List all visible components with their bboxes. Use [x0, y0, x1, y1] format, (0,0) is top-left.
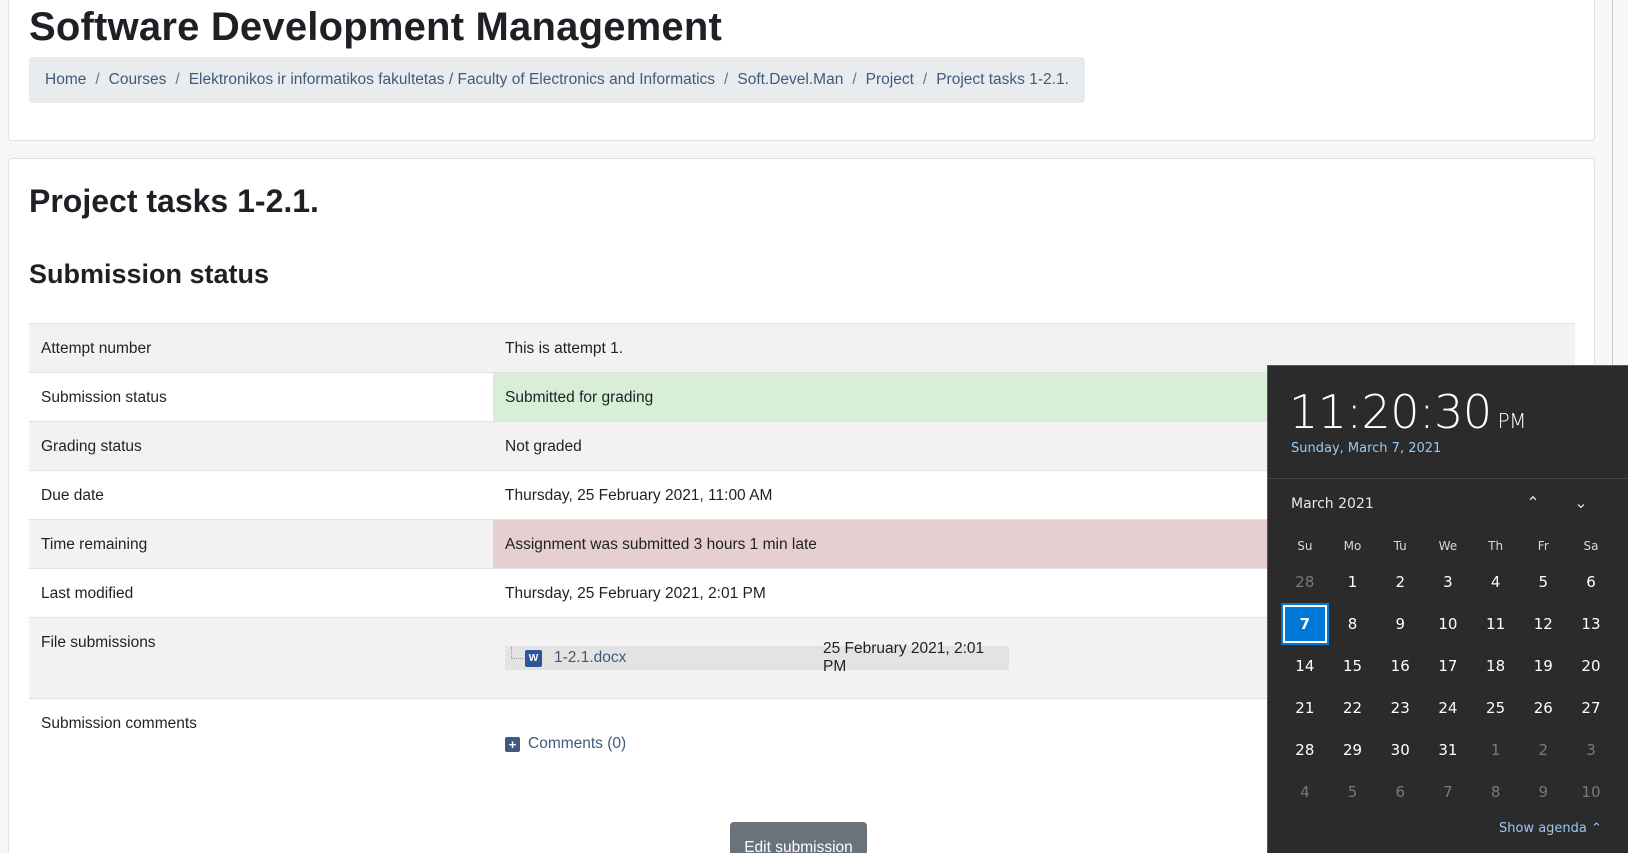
calendar-day[interactable]: 10 — [1424, 603, 1472, 645]
clock-time-value: 11:20:30 — [1289, 385, 1492, 439]
chevron-up-icon[interactable]: ⌃ — [1522, 492, 1544, 514]
calendar-day[interactable]: 3 — [1567, 729, 1615, 771]
breadcrumb-separator: / — [95, 71, 100, 88]
calendar-day[interactable]: 6 — [1376, 771, 1424, 813]
breadcrumb-separator: / — [724, 71, 729, 88]
calendar-grid: Su Mo Tu We Th Fr Sa 28 1 2 3 4 5 6 7 8 … — [1281, 531, 1615, 813]
breadcrumb-separator: / — [922, 71, 928, 88]
file-link[interactable]: 1-2.1.docx — [554, 649, 626, 667]
calendar-day[interactable]: 11 — [1472, 603, 1520, 645]
show-agenda-label: Show agenda — [1499, 821, 1587, 836]
calendar-month-label[interactable]: March 2021 — [1291, 496, 1374, 512]
calendar-day[interactable]: 31 — [1424, 729, 1472, 771]
calendar-day[interactable]: 24 — [1424, 687, 1472, 729]
row-label: Last modified — [41, 585, 134, 602]
comments-link[interactable]: Comments (0) — [528, 735, 626, 753]
row-label: Submission status — [41, 389, 167, 406]
file-date: 25 February 2021, 2:01 PM — [823, 640, 985, 675]
breadcrumb-faculty[interactable]: Elektronikos ir informatikos fakultetas … — [189, 71, 715, 89]
calendar-day[interactable]: 25 — [1472, 687, 1520, 729]
calendar-day[interactable]: 28 — [1281, 729, 1329, 771]
calendar-day[interactable]: 27 — [1567, 687, 1615, 729]
calendar-day[interactable]: 30 — [1376, 729, 1424, 771]
calendar-day[interactable]: 9 — [1519, 771, 1567, 813]
breadcrumb-course[interactable]: Soft.Devel.Man — [737, 71, 843, 89]
breadcrumb-home[interactable]: Home — [45, 71, 86, 89]
clock-date-link[interactable]: Sunday, March 7, 2021 — [1291, 441, 1441, 456]
header-card: Software Development Management Home / C… — [8, 0, 1595, 141]
breadcrumb: Home / Courses / Elektronikos ir informa… — [29, 57, 1085, 103]
calendar-day[interactable]: 1 — [1472, 729, 1520, 771]
calendar-day-today[interactable]: 7 — [1281, 603, 1329, 645]
calendar-day[interactable]: 14 — [1281, 645, 1329, 687]
calendar-day[interactable]: 6 — [1567, 561, 1615, 603]
calendar-day[interactable]: 15 — [1329, 645, 1377, 687]
weekday-header: Sa — [1583, 539, 1599, 553]
divider — [1268, 478, 1628, 479]
chevron-down-icon[interactable]: ⌄ — [1570, 492, 1592, 514]
breadcrumb-separator: / — [852, 71, 857, 88]
calendar-day[interactable]: 2 — [1376, 561, 1424, 603]
calendar-day[interactable]: 18 — [1472, 645, 1520, 687]
chevron-up-icon: ⌃ — [1591, 821, 1602, 836]
calendar-day[interactable]: 8 — [1329, 603, 1377, 645]
calendar-day[interactable]: 4 — [1472, 561, 1520, 603]
section-heading: Submission status — [29, 259, 270, 289]
breadcrumb-project[interactable]: Project — [866, 71, 914, 89]
row-label: Submission comments — [41, 715, 197, 732]
calendar-day[interactable]: 17 — [1424, 645, 1472, 687]
row-label: Grading status — [41, 438, 142, 455]
calendar-day[interactable]: 1 — [1329, 561, 1377, 603]
calendar-day[interactable]: 9 — [1376, 603, 1424, 645]
calendar-day[interactable]: 4 — [1281, 771, 1329, 813]
calendar-day[interactable]: 12 — [1519, 603, 1567, 645]
course-title: Software Development Management — [29, 5, 723, 49]
expand-plus-icon: + — [505, 736, 520, 752]
calendar-day[interactable]: 5 — [1519, 561, 1567, 603]
word-doc-icon: W — [525, 649, 542, 667]
calendar-day[interactable]: 16 — [1376, 645, 1424, 687]
calendar-day[interactable]: 2 — [1519, 729, 1567, 771]
calendar-day[interactable]: 13 — [1567, 603, 1615, 645]
calendar-day[interactable]: 28 — [1281, 561, 1329, 603]
row-label: Time remaining — [41, 536, 148, 553]
calendar-day[interactable]: 3 — [1424, 561, 1472, 603]
calendar-day[interactable]: 10 — [1567, 771, 1615, 813]
weekday-header: Tu — [1393, 539, 1407, 553]
calendar-day[interactable]: 20 — [1567, 645, 1615, 687]
weekday-header: We — [1438, 539, 1458, 553]
row-label: File submissions — [41, 634, 156, 651]
clock-flyout: 11:20:30 PM Sunday, March 7, 2021 March 2… — [1267, 365, 1628, 853]
calendar-day[interactable]: 5 — [1329, 771, 1377, 813]
breadcrumb-separator: / — [175, 71, 180, 88]
calendar-day[interactable]: 21 — [1281, 687, 1329, 729]
calendar-day[interactable]: 7 — [1424, 771, 1472, 813]
show-agenda-link[interactable]: Show agenda ⌃ — [1499, 821, 1602, 836]
breadcrumb-current[interactable]: Project tasks 1-2.1. — [936, 71, 1069, 89]
breadcrumb-courses[interactable]: Courses — [109, 71, 167, 89]
calendar-day[interactable]: 29 — [1329, 729, 1377, 771]
weekday-header: Mo — [1343, 539, 1362, 553]
calendar-day[interactable]: 8 — [1472, 771, 1520, 813]
calendar-day[interactable]: 26 — [1519, 687, 1567, 729]
calendar-day[interactable]: 22 — [1329, 687, 1377, 729]
calendar-day[interactable]: 19 — [1519, 645, 1567, 687]
edit-submission-button[interactable]: Edit submission — [730, 822, 867, 853]
file-entry: W 1-2.1.docx 25 February 2021, 2:01 PM — [505, 640, 1009, 675]
tree-connector — [511, 647, 523, 659]
calendar-day[interactable]: 23 — [1376, 687, 1424, 729]
row-label: Due date — [41, 487, 104, 504]
clock-ampm: PM — [1497, 409, 1527, 433]
weekday-header: Su — [1297, 539, 1313, 553]
weekday-header: Fr — [1537, 539, 1549, 553]
clock-time: 11:20:30 PM — [1289, 385, 1526, 439]
weekday-header: Th — [1488, 539, 1504, 553]
assignment-title: Project tasks 1-2.1. — [29, 183, 319, 219]
row-label: Attempt number — [41, 340, 152, 357]
